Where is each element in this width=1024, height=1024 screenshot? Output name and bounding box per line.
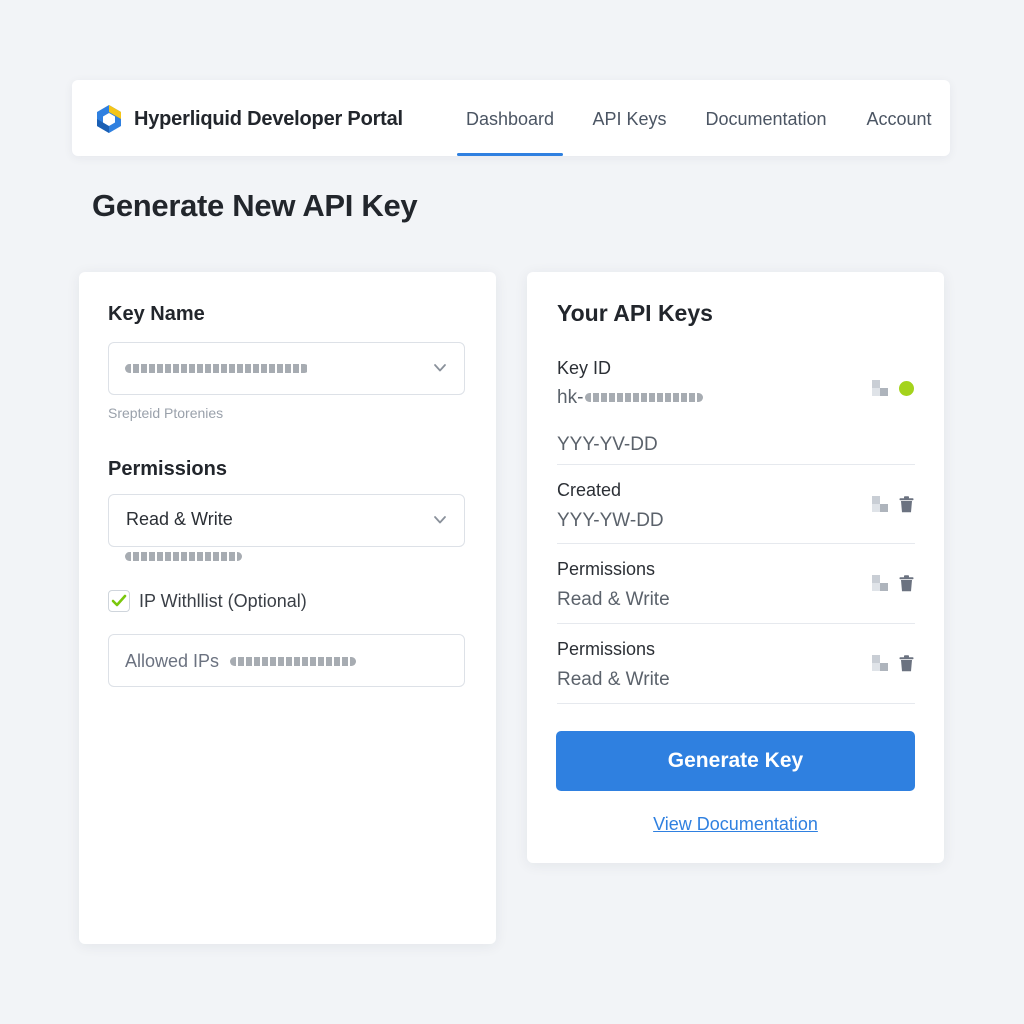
allowed-ips-input[interactable]: Allowed IPs [108,634,465,687]
page-title: Generate New API Key [92,188,418,223]
permissions-row-value: Read & Write [557,669,670,690]
key-row-actions [871,495,914,513]
tab-dashboard[interactable]: Dashboard [457,80,563,156]
tab-api-keys[interactable]: API Keys [592,80,667,156]
key-row-permissions: Permissions Read & Write [557,559,915,611]
permissions-label: Permissions [108,458,227,480]
key-name-label: Key Name [108,303,205,325]
permissions-select[interactable]: Read & Write [108,494,465,547]
generate-key-button[interactable]: Generate Key [556,731,915,791]
active-status-dot [899,380,914,396]
ip-whitelist-label: IP Withllist (Optional) [139,590,307,611]
api-keys-panel: Your API Keys Key ID hk- YYY-YV-DD Creat… [527,272,944,863]
tab-documentation[interactable]: Documentation [703,80,829,156]
checkmark-icon [111,594,127,607]
trash-icon[interactable] [899,495,914,513]
key-id-label: Key ID [557,358,612,378]
row-divider [557,543,915,544]
view-documentation-link[interactable]: View Documentation [527,814,944,835]
masked-key-name [125,364,309,373]
created-label: Created [557,480,622,500]
key-row-actions [871,654,914,672]
row-divider [557,464,915,465]
trash-icon[interactable] [899,654,914,672]
permissions-row-label: Permissions [557,559,656,579]
allowed-ips-placeholder: Allowed IPs [125,651,220,671]
copy-icon[interactable] [871,379,889,397]
ip-whitelist-option[interactable]: IP Withllist (Optional) [108,590,307,612]
tab-account[interactable]: Account [864,80,934,156]
key-row-key-id: Key ID hk- YYY-YV-DD [557,358,915,456]
key-id-value: hk- [557,387,915,409]
permissions-value: Read & Write [126,509,233,529]
ip-whitelist-checkbox[interactable] [108,590,130,612]
chevron-down-icon [434,364,446,372]
permissions-row-label: Permissions [557,639,656,659]
key-row-actions [871,379,914,397]
masked-key-id [585,393,704,403]
masked-allowed-ips [230,657,356,666]
copy-icon[interactable] [871,574,889,592]
row-divider [557,623,915,624]
key-row-permissions: Permissions Read & Write [557,639,915,691]
main-nav: Dashboard API Keys Documentation Account [72,80,950,156]
key-id-date: YYY-YV-DD [557,434,658,455]
chevron-down-icon [434,516,446,524]
top-navbar: Hyperliquid Developer Portal Dashboard A… [72,80,950,156]
copy-icon[interactable] [871,654,889,672]
key-name-select[interactable] [108,342,465,395]
key-row-created: Created YYY-YW-DD [557,480,915,532]
trash-icon[interactable] [899,574,914,592]
row-divider [557,703,915,704]
key-name-helper: Srepteid Ptorenies [108,405,224,421]
generate-key-form: Key Name Srepteid Ptorenies Permissions … [79,272,496,944]
api-keys-title: Your API Keys [557,300,713,326]
permissions-row-value: Read & Write [557,589,670,610]
copy-icon[interactable] [871,495,889,513]
masked-permissions-helper [125,552,242,561]
key-row-actions [871,574,914,592]
key-id-prefix: hk- [557,387,584,408]
created-value: YYY-YW-DD [557,510,664,531]
